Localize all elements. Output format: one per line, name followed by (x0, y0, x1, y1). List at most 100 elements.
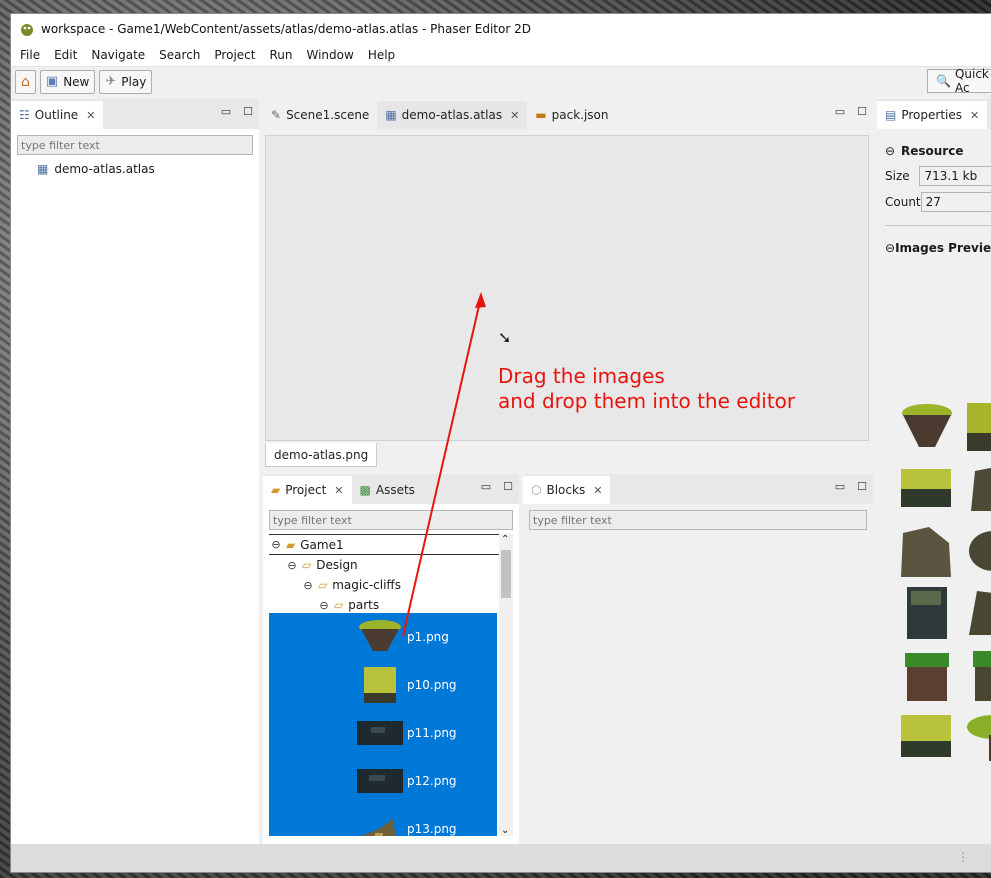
tab-demo-atlas[interactable]: ▦ demo-atlas.atlas ✕ (377, 101, 528, 129)
resource-section-label: Resource (901, 144, 964, 158)
maximize-icon[interactable]: ☐ (857, 105, 867, 118)
menu-search[interactable]: Search (152, 48, 207, 62)
preview-grass-block (901, 715, 951, 757)
maximize-icon[interactable]: ☐ (503, 480, 513, 493)
count-row: Count 27 (885, 189, 991, 215)
atlas-canvas[interactable]: ➘ Drag the images and drop them into the… (265, 135, 869, 441)
menu-navigate[interactable]: Navigate (84, 48, 152, 62)
scroll-thumb[interactable] (501, 550, 511, 598)
tree-item-game1[interactable]: ⊖ ▰ Game1 (269, 535, 513, 555)
size-row: Size 713.1 kb (885, 163, 991, 189)
close-icon[interactable]: ✕ (970, 109, 979, 122)
status-bar-grip-icon: ⋮ (957, 850, 969, 864)
tab-project[interactable]: ▰ Project ✕ (263, 476, 352, 504)
tree-item-design[interactable]: ⊖ ▱ Design (269, 555, 513, 575)
resource-section-header[interactable]: ⊖ Resource (885, 139, 991, 163)
preview-rock (901, 527, 951, 577)
tree-item-magic-cliffs[interactable]: ⊖ ▱ magic-cliffs (269, 575, 513, 595)
cliff-thumbnail (363, 819, 396, 836)
tab-scene1-scene[interactable]: ✎ Scene1.scene (263, 101, 377, 129)
new-button-label: New (63, 74, 90, 89)
file-label: p13.png (407, 822, 457, 836)
count-label: Count (885, 195, 921, 209)
annotation-line-2: and drop them into the editor (498, 389, 796, 413)
menu-edit[interactable]: Edit (47, 48, 84, 62)
outline-filter-input[interactable] (17, 135, 253, 155)
tab-assets[interactable]: ▩ Assets (352, 476, 423, 504)
close-icon[interactable]: ✕ (334, 484, 343, 497)
blocks-window-controls: ▭ ☐ (835, 480, 867, 493)
home-icon: ⌂ (21, 73, 30, 90)
window-title: workspace - Game1/WebContent/assets/atla… (41, 22, 531, 36)
mouse-cursor-icon: ➘ (498, 328, 512, 347)
count-field[interactable]: 27 (920, 192, 991, 212)
tab-outline[interactable]: ☷ Outline ✕ (11, 101, 104, 129)
close-icon[interactable]: ✕ (593, 484, 602, 497)
collapse-icon[interactable]: ⊖ (885, 241, 895, 255)
tab-pack-json[interactable]: ▬ pack.json (527, 101, 616, 129)
menu-help[interactable]: Help (361, 48, 402, 62)
scene-file-icon: ✎ (271, 108, 282, 122)
editor-panel: ✎ Scene1.scene ▦ demo-atlas.atlas ✕ ▬ pa… (263, 99, 873, 469)
blocks-filter-input[interactable] (529, 510, 867, 530)
properties-tab-label: Properties (901, 108, 962, 122)
maximize-icon[interactable]: ☐ (857, 480, 867, 493)
blocks-tab-label: Blocks (546, 483, 586, 497)
collapse-icon[interactable]: ⊖ (269, 538, 283, 551)
divider (885, 225, 991, 226)
quick-access-label: Quick Ac (954, 67, 989, 95)
collapse-icon[interactable]: ⊖ (885, 144, 901, 158)
scroll-up-icon[interactable]: ⌃ (501, 534, 509, 545)
images-preview-label: Images Preview (895, 241, 991, 255)
atlas-file-icon: ▦ (37, 162, 49, 176)
file-item-p12[interactable]: p12.png (269, 757, 497, 805)
editor-tabstrip: ✎ Scene1.scene ▦ demo-atlas.atlas ✕ ▬ pa… (263, 99, 873, 129)
project-tab-label: Project (285, 483, 327, 497)
collapse-icon[interactable]: ⊖ (301, 579, 315, 592)
size-label: Size (885, 169, 910, 183)
project-tabstrip: ▰ Project ✕ ▩ Assets ▭ ☐ (263, 474, 519, 504)
new-button[interactable]: ▣ New (39, 69, 96, 94)
file-item-p11[interactable]: p11.png (269, 709, 497, 757)
menu-project[interactable]: Project (207, 48, 262, 62)
file-item-p10[interactable]: p10.png (269, 661, 497, 709)
tree-scrollbar[interactable]: ⌃ ⌄ (499, 534, 513, 836)
home-button[interactable]: ⌂ (15, 69, 36, 94)
minimize-icon[interactable]: ▭ (835, 105, 845, 118)
tree-label: Game1 (300, 537, 344, 552)
tree-label: parts (348, 598, 380, 612)
grass-block-thumbnail (364, 667, 396, 703)
close-icon[interactable]: ✕ (86, 109, 95, 122)
maximize-icon[interactable]: ☐ (243, 105, 253, 118)
quick-access-button[interactable]: 🔍 Quick Ac (927, 67, 991, 95)
tab-properties[interactable]: ▤ Properties ✕ (877, 101, 988, 129)
minimize-icon[interactable]: ▭ (835, 480, 845, 493)
menu-bar: File Edit Navigate Search Project Run Wi… (11, 44, 991, 66)
size-field[interactable]: 713.1 kb (919, 166, 991, 186)
menu-window[interactable]: Window (299, 48, 360, 62)
scroll-down-icon[interactable]: ⌄ (501, 825, 509, 836)
editor-window-controls: ▭ ☐ (835, 105, 867, 118)
minimize-icon[interactable]: ▭ (481, 480, 491, 493)
outline-item[interactable]: ▦ demo-atlas.atlas (17, 159, 253, 179)
file-item-p1[interactable]: p1.png (269, 613, 497, 661)
blocks-panel: ⬡ Blocks ✕ ▭ ☐ (523, 474, 873, 846)
collapse-icon[interactable]: ⊖ (317, 599, 331, 612)
tree-item-parts[interactable]: ⊖ ▱ parts (269, 595, 513, 615)
close-icon[interactable]: ✕ (510, 109, 519, 122)
minimize-icon[interactable]: ▭ (221, 105, 231, 118)
properties-icon: ▤ (885, 108, 897, 122)
menu-run[interactable]: Run (262, 48, 299, 62)
menu-file[interactable]: File (13, 48, 47, 62)
tab-demo-atlas-png[interactable]: demo-atlas.png (265, 443, 378, 467)
app-window: workspace - Game1/WebContent/assets/atla… (10, 13, 991, 873)
annotation-line-1: Drag the images (498, 364, 665, 388)
file-item-p13[interactable]: p13.png (269, 805, 497, 836)
tab-blocks[interactable]: ⬡ Blocks ✕ (523, 476, 611, 504)
selected-files: p1.png p10.png p11.png p12.png p13.png (269, 613, 497, 836)
tree-label: magic-cliffs (332, 578, 401, 592)
play-button[interactable]: ✈ Play (99, 69, 153, 94)
collapse-icon[interactable]: ⊖ (285, 559, 299, 572)
project-filter-input[interactable] (269, 510, 513, 530)
images-preview-section-header[interactable]: ⊖ Images Preview (885, 236, 991, 260)
